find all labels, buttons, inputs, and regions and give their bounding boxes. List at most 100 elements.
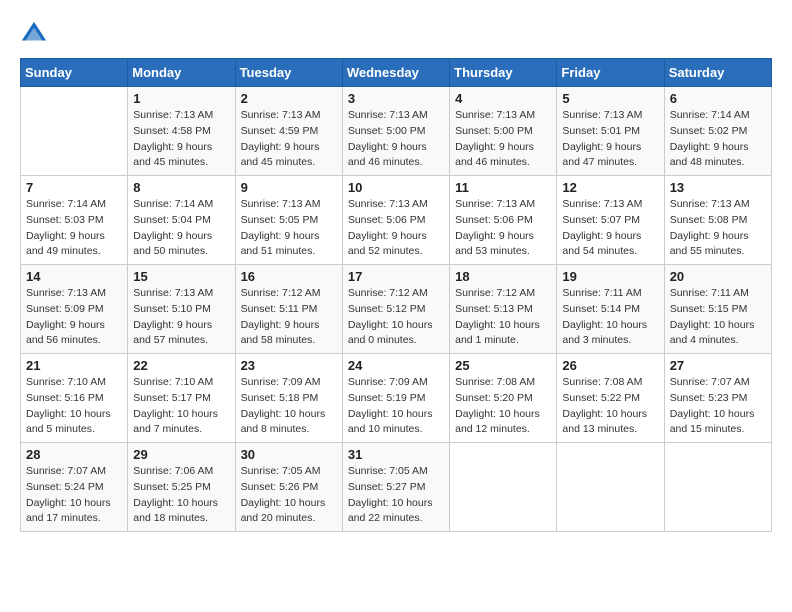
day-info: Sunrise: 7:10 AMSunset: 5:17 PMDaylight:… xyxy=(133,375,229,438)
logo xyxy=(20,20,52,48)
calendar-cell: 25 Sunrise: 7:08 AMSunset: 5:20 PMDayligh… xyxy=(450,354,557,443)
day-info: Sunrise: 7:13 AMSunset: 5:00 PMDaylight:… xyxy=(348,108,444,171)
day-number: 28 xyxy=(26,447,122,462)
day-info: Sunrise: 7:14 AMSunset: 5:02 PMDaylight:… xyxy=(670,108,766,171)
day-info: Sunrise: 7:13 AMSunset: 5:01 PMDaylight:… xyxy=(562,108,658,171)
day-info: Sunrise: 7:06 AMSunset: 5:25 PMDaylight:… xyxy=(133,464,229,527)
calendar-table: SundayMondayTuesdayWednesdayThursdayFrid… xyxy=(20,58,772,532)
day-info: Sunrise: 7:11 AMSunset: 5:15 PMDaylight:… xyxy=(670,286,766,349)
day-info: Sunrise: 7:14 AMSunset: 5:03 PMDaylight:… xyxy=(26,197,122,260)
day-number: 2 xyxy=(241,91,337,106)
day-info: Sunrise: 7:13 AMSunset: 5:05 PMDaylight:… xyxy=(241,197,337,260)
calendar-cell: 22 Sunrise: 7:10 AMSunset: 5:17 PMDayligh… xyxy=(128,354,235,443)
calendar-cell: 9 Sunrise: 7:13 AMSunset: 5:05 PMDaylight… xyxy=(235,176,342,265)
day-number: 15 xyxy=(133,269,229,284)
day-number: 21 xyxy=(26,358,122,373)
day-number: 24 xyxy=(348,358,444,373)
day-of-week-header: Sunday xyxy=(21,59,128,87)
day-info: Sunrise: 7:13 AMSunset: 5:07 PMDaylight:… xyxy=(562,197,658,260)
day-info: Sunrise: 7:13 AMSunset: 5:00 PMDaylight:… xyxy=(455,108,551,171)
calendar-cell: 6 Sunrise: 7:14 AMSunset: 5:02 PMDaylight… xyxy=(664,87,771,176)
day-number: 25 xyxy=(455,358,551,373)
day-info: Sunrise: 7:12 AMSunset: 5:11 PMDaylight:… xyxy=(241,286,337,349)
calendar-cell: 8 Sunrise: 7:14 AMSunset: 5:04 PMDaylight… xyxy=(128,176,235,265)
calendar-cell: 1 Sunrise: 7:13 AMSunset: 4:58 PMDaylight… xyxy=(128,87,235,176)
day-of-week-header: Friday xyxy=(557,59,664,87)
calendar-cell: 14 Sunrise: 7:13 AMSunset: 5:09 PMDayligh… xyxy=(21,265,128,354)
calendar-cell: 13Sunrise: 7:13 AMSunset: 5:08 PMDayligh… xyxy=(664,176,771,265)
day-of-week-header: Tuesday xyxy=(235,59,342,87)
day-number: 19 xyxy=(562,269,658,284)
day-number: 6 xyxy=(670,91,766,106)
day-info: Sunrise: 7:05 AMSunset: 5:26 PMDaylight:… xyxy=(241,464,337,527)
calendar-cell: 5 Sunrise: 7:13 AMSunset: 5:01 PMDaylight… xyxy=(557,87,664,176)
calendar-cell: 3 Sunrise: 7:13 AMSunset: 5:00 PMDaylight… xyxy=(342,87,449,176)
day-info: Sunrise: 7:10 AMSunset: 5:16 PMDaylight:… xyxy=(26,375,122,438)
day-number: 31 xyxy=(348,447,444,462)
calendar-cell: 17Sunrise: 7:12 AMSunset: 5:12 PMDayligh… xyxy=(342,265,449,354)
day-info: Sunrise: 7:13 AMSunset: 5:06 PMDaylight:… xyxy=(455,197,551,260)
day-number: 10 xyxy=(348,180,444,195)
day-number: 1 xyxy=(133,91,229,106)
day-number: 9 xyxy=(241,180,337,195)
day-number: 12 xyxy=(562,180,658,195)
calendar-cell: 23 Sunrise: 7:09 AMSunset: 5:18 PMDayligh… xyxy=(235,354,342,443)
calendar-cell: 21 Sunrise: 7:10 AMSunset: 5:16 PMDayligh… xyxy=(21,354,128,443)
calendar-cell: 19 Sunrise: 7:11 AMSunset: 5:14 PMDayligh… xyxy=(557,265,664,354)
day-info: Sunrise: 7:13 AMSunset: 4:58 PMDaylight:… xyxy=(133,108,229,171)
day-info: Sunrise: 7:12 AMSunset: 5:13 PMDaylight:… xyxy=(455,286,551,349)
day-number: 22 xyxy=(133,358,229,373)
page-header xyxy=(20,20,772,48)
calendar-cell: 28 Sunrise: 7:07 AMSunset: 5:24 PMDayligh… xyxy=(21,443,128,532)
day-number: 3 xyxy=(348,91,444,106)
day-number: 5 xyxy=(562,91,658,106)
calendar-body: 1 Sunrise: 7:13 AMSunset: 4:58 PMDaylight… xyxy=(21,87,772,532)
day-info: Sunrise: 7:13 AMSunset: 5:09 PMDaylight:… xyxy=(26,286,122,349)
day-number: 27 xyxy=(670,358,766,373)
day-info: Sunrise: 7:13 AMSunset: 5:06 PMDaylight:… xyxy=(348,197,444,260)
calendar-cell xyxy=(450,443,557,532)
calendar-week-row: 21 Sunrise: 7:10 AMSunset: 5:16 PMDayligh… xyxy=(21,354,772,443)
calendar-cell: 27 Sunrise: 7:07 AMSunset: 5:23 PMDayligh… xyxy=(664,354,771,443)
day-info: Sunrise: 7:14 AMSunset: 5:04 PMDaylight:… xyxy=(133,197,229,260)
day-of-week-header: Wednesday xyxy=(342,59,449,87)
day-number: 8 xyxy=(133,180,229,195)
day-number: 29 xyxy=(133,447,229,462)
day-info: Sunrise: 7:07 AMSunset: 5:23 PMDaylight:… xyxy=(670,375,766,438)
day-info: Sunrise: 7:13 AMSunset: 4:59 PMDaylight:… xyxy=(241,108,337,171)
day-number: 4 xyxy=(455,91,551,106)
day-number: 18 xyxy=(455,269,551,284)
calendar-week-row: 14 Sunrise: 7:13 AMSunset: 5:09 PMDayligh… xyxy=(21,265,772,354)
calendar-cell: 15 Sunrise: 7:13 AMSunset: 5:10 PMDayligh… xyxy=(128,265,235,354)
calendar-header: SundayMondayTuesdayWednesdayThursdayFrid… xyxy=(21,59,772,87)
day-info: Sunrise: 7:08 AMSunset: 5:20 PMDaylight:… xyxy=(455,375,551,438)
day-number: 17 xyxy=(348,269,444,284)
day-number: 30 xyxy=(241,447,337,462)
day-info: Sunrise: 7:13 AMSunset: 5:10 PMDaylight:… xyxy=(133,286,229,349)
day-info: Sunrise: 7:07 AMSunset: 5:24 PMDaylight:… xyxy=(26,464,122,527)
calendar-cell: 20Sunrise: 7:11 AMSunset: 5:15 PMDayligh… xyxy=(664,265,771,354)
day-info: Sunrise: 7:08 AMSunset: 5:22 PMDaylight:… xyxy=(562,375,658,438)
day-of-week-header: Thursday xyxy=(450,59,557,87)
day-info: Sunrise: 7:05 AMSunset: 5:27 PMDaylight:… xyxy=(348,464,444,527)
calendar-week-row: 7Sunrise: 7:14 AMSunset: 5:03 PMDaylight… xyxy=(21,176,772,265)
calendar-cell: 26 Sunrise: 7:08 AMSunset: 5:22 PMDayligh… xyxy=(557,354,664,443)
calendar-cell: 10 Sunrise: 7:13 AMSunset: 5:06 PMDayligh… xyxy=(342,176,449,265)
calendar-cell: 31 Sunrise: 7:05 AMSunset: 5:27 PMDayligh… xyxy=(342,443,449,532)
calendar-week-row: 28 Sunrise: 7:07 AMSunset: 5:24 PMDayligh… xyxy=(21,443,772,532)
day-number: 23 xyxy=(241,358,337,373)
calendar-cell xyxy=(21,87,128,176)
day-info: Sunrise: 7:09 AMSunset: 5:18 PMDaylight:… xyxy=(241,375,337,438)
day-number: 14 xyxy=(26,269,122,284)
day-info: Sunrise: 7:11 AMSunset: 5:14 PMDaylight:… xyxy=(562,286,658,349)
day-info: Sunrise: 7:13 AMSunset: 5:08 PMDaylight:… xyxy=(670,197,766,260)
day-number: 26 xyxy=(562,358,658,373)
calendar-cell: 12 Sunrise: 7:13 AMSunset: 5:07 PMDayligh… xyxy=(557,176,664,265)
day-info: Sunrise: 7:09 AMSunset: 5:19 PMDaylight:… xyxy=(348,375,444,438)
day-number: 11 xyxy=(455,180,551,195)
calendar-cell: 7Sunrise: 7:14 AMSunset: 5:03 PMDaylight… xyxy=(21,176,128,265)
calendar-cell: 2 Sunrise: 7:13 AMSunset: 4:59 PMDaylight… xyxy=(235,87,342,176)
calendar-cell: 16Sunrise: 7:12 AMSunset: 5:11 PMDayligh… xyxy=(235,265,342,354)
day-of-week-header: Monday xyxy=(128,59,235,87)
calendar-cell: 30 Sunrise: 7:05 AMSunset: 5:26 PMDayligh… xyxy=(235,443,342,532)
